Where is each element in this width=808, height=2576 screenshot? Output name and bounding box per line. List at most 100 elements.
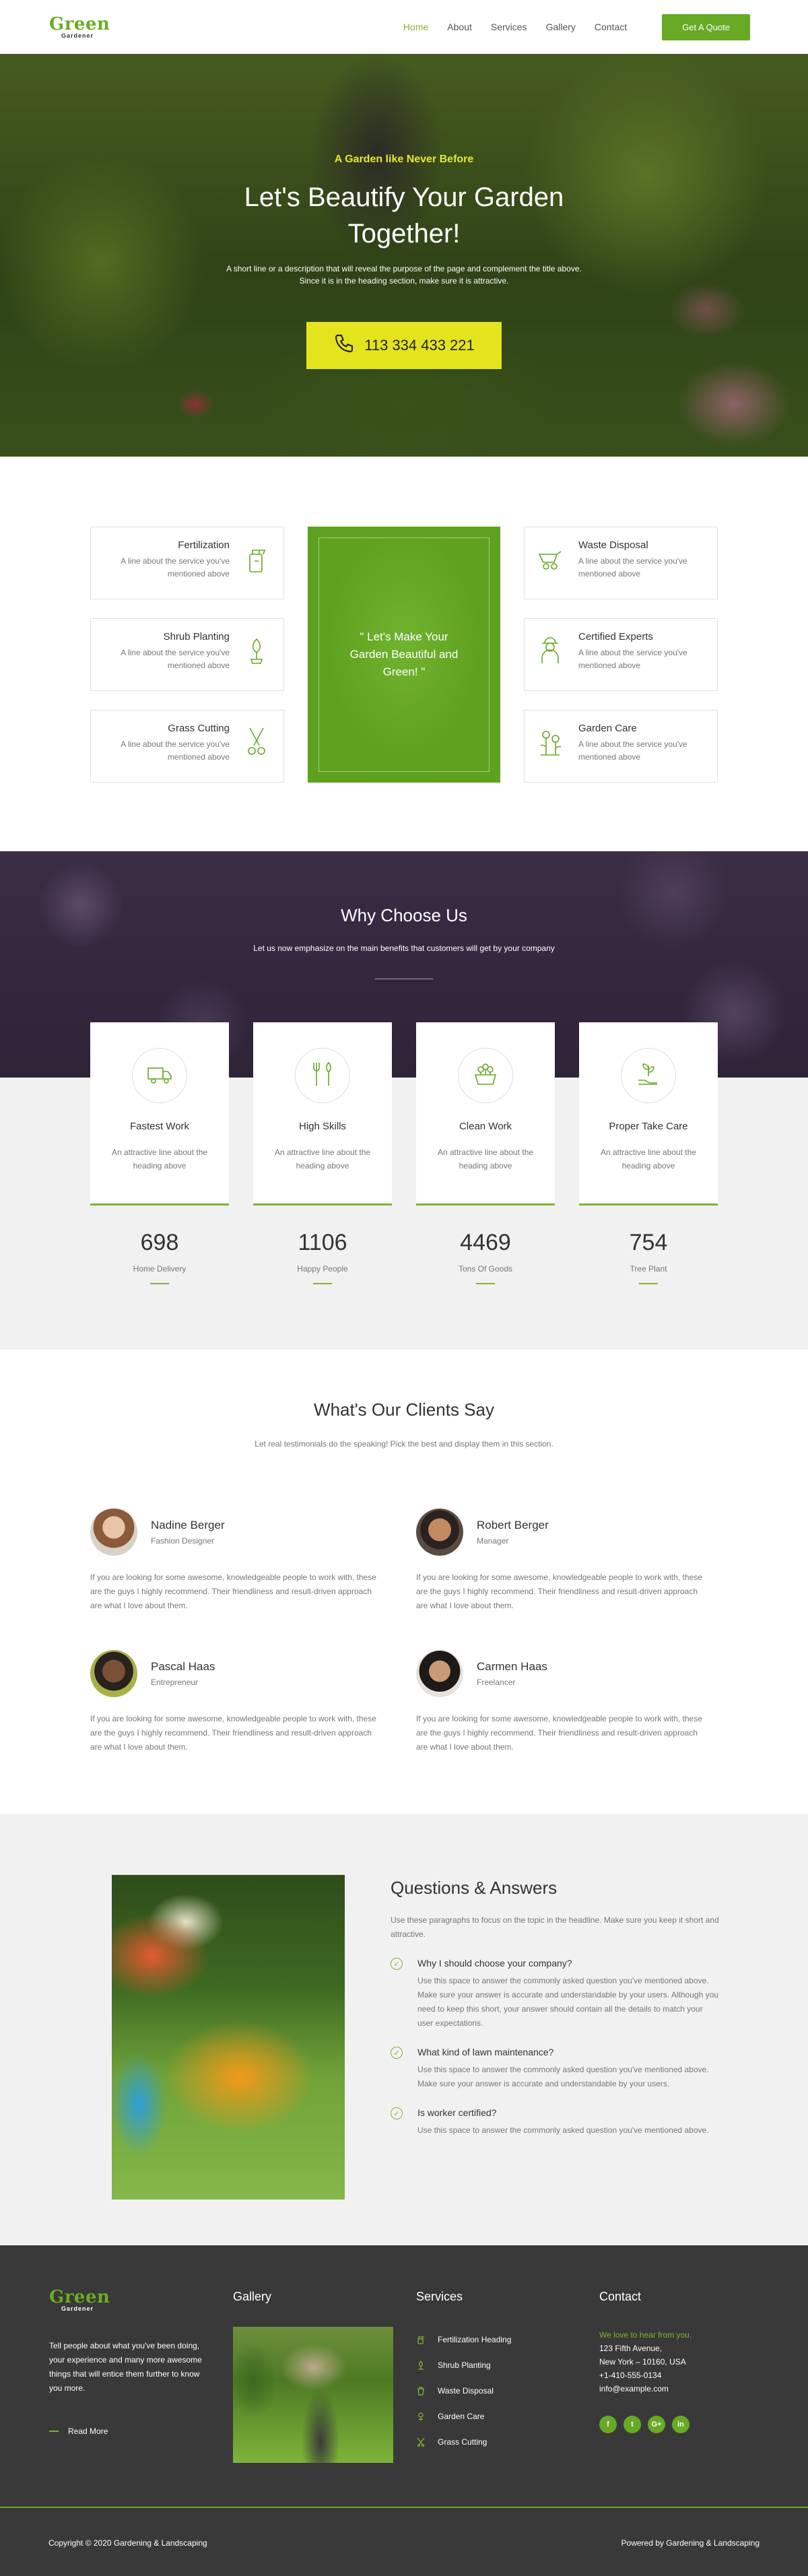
service-card-garden-care[interactable]: Garden Care A line about the service you…	[524, 710, 718, 783]
feature-card: Clean Work An attractive line about the …	[416, 1022, 555, 1206]
client-quote: If you are looking for some awesome, kno…	[90, 1714, 376, 1752]
client-quote: If you are looking for some awesome, kno…	[416, 1573, 702, 1610]
footer-service-label: Grass Cutting	[438, 2437, 487, 2447]
client-name: Robert Berger	[477, 1519, 549, 1531]
flowers-icon	[537, 725, 564, 758]
feature-desc: An attractive line about the heading abo…	[600, 1148, 697, 1170]
call-phone-button[interactable]: 113 334 433 221	[306, 322, 502, 369]
faq-item[interactable]: ✓ Why I should choose your company? Use …	[391, 1958, 720, 2030]
feature-title: Fastest Work	[129, 1121, 190, 1132]
footer-service-item[interactable]: Shrub Planting	[416, 2352, 511, 2378]
twitter-icon[interactable]: t	[624, 2416, 641, 2433]
linkedin-icon[interactable]: in	[672, 2416, 689, 2433]
nav-home[interactable]: Home	[403, 22, 428, 32]
stat-label: Tree Plant	[630, 1264, 667, 1274]
service-title: Waste Disposal	[578, 539, 648, 551]
logo-subtitle: Gardener	[61, 2305, 94, 2312]
footer-services-title: Services	[416, 2290, 463, 2303]
hero-description: A short line or a description that will …	[189, 263, 619, 287]
client-quote: If you are looking for some awesome, kno…	[416, 1714, 702, 1752]
google-plus-icon[interactable]: G+	[648, 2416, 665, 2433]
footer-service-label: Fertilization Heading	[438, 2335, 512, 2344]
check-icon: ✓	[391, 2047, 403, 2059]
footer-service-item[interactable]: Waste Disposal	[416, 2378, 511, 2404]
why-subtitle: Let us now emphasize on the main benefit…	[253, 944, 555, 953]
spray-bottle-icon	[243, 542, 270, 574]
stat-label: Home Delivery	[133, 1264, 187, 1274]
service-title: Fertilization	[178, 539, 230, 551]
read-more-label: Read More	[68, 2426, 108, 2436]
nav-gallery[interactable]: Gallery	[546, 22, 576, 32]
feature-card: Proper Take Care An attractive line abou…	[579, 1022, 718, 1206]
shears-icon	[243, 725, 270, 758]
footer-service-item[interactable]: Garden Care	[416, 2404, 511, 2429]
feature-card: High Skills An attractive line about the…	[253, 1022, 392, 1206]
check-icon: ✓	[391, 1958, 403, 1970]
contact-phone[interactable]: +1-410-555-0134	[599, 2369, 692, 2382]
stat-counter: 754 Tree Plant	[579, 1230, 718, 1284]
avatar	[416, 1650, 463, 1697]
footer-service-label: Garden Care	[438, 2412, 485, 2421]
site-header: Green Gardener Home About Services Galle…	[0, 0, 808, 54]
service-card-shrub-planting[interactable]: Shrub Planting A line about the service …	[90, 618, 284, 691]
service-card-waste-disposal[interactable]: Waste Disposal A line about the service …	[524, 527, 718, 599]
avatar	[416, 1509, 463, 1556]
footer-bottom-bar: Copyright © 2020 Gardening & Landscaping…	[0, 2510, 808, 2576]
service-card-grass-cutting[interactable]: Grass Cutting A line about the service y…	[90, 710, 284, 783]
contact-address: 123 Fifth Avenue,	[599, 2344, 663, 2353]
service-card-certified-experts[interactable]: Certified Experts A line about the servi…	[524, 618, 718, 691]
faq-intro: Use these paragraphs to focus on the top…	[391, 1915, 719, 1939]
faq-question: Why I should choose your company?	[417, 1958, 572, 1969]
avatar	[90, 1509, 137, 1556]
client-role: Fashion Designer	[151, 1536, 215, 1546]
service-title: Grass Cutting	[168, 723, 230, 734]
service-title: Certified Experts	[578, 631, 653, 642]
nav-about[interactable]: About	[447, 22, 472, 32]
faq-answer: Use this space to answer the commonly as…	[417, 1976, 718, 2028]
client-role: Entrepreneur	[151, 1678, 199, 1687]
testimonial: Carmen Haas Freelancer If you are lookin…	[416, 1650, 710, 1754]
client-quote: If you are looking for some awesome, kno…	[90, 1573, 376, 1610]
planter-icon	[471, 1060, 500, 1092]
footer-services: Services Fertilization Heading Shrub Pla…	[416, 2290, 511, 2455]
logo-subtitle: Gardener	[61, 32, 94, 39]
social-links: f t G+ in	[599, 2416, 692, 2433]
logo[interactable]: Green Gardener	[49, 15, 110, 39]
hero-description-line: Since it is in the heading section, make…	[299, 276, 509, 286]
faq-item[interactable]: ✓ Is worker certified? Use this space to…	[391, 2107, 720, 2138]
service-card-fertilization[interactable]: Fertilization A line about the service y…	[90, 527, 284, 599]
nav-contact[interactable]: Contact	[595, 22, 627, 32]
nav-services[interactable]: Services	[491, 22, 527, 32]
footer-service-item[interactable]: Fertilization Heading	[416, 2327, 511, 2352]
client-role: Manager	[477, 1536, 509, 1546]
truck-icon	[145, 1060, 174, 1092]
footer-logo[interactable]: Green Gardener	[49, 2288, 204, 2312]
footer-service-label: Shrub Planting	[438, 2360, 491, 2370]
dash-icon	[49, 2431, 59, 2432]
footer-gallery: Gallery	[233, 2290, 393, 2463]
faq-answer: Use this space to answer the commonly as…	[417, 2125, 709, 2135]
faq-item[interactable]: ✓ What kind of lawn maintenance? Use thi…	[391, 2047, 720, 2091]
footer-about: Green Gardener Tell people about what yo…	[49, 2288, 204, 2436]
feature-title: Proper Take Care	[609, 1121, 688, 1132]
testimonials-subtitle: Let real testimonials do the speaking! P…	[255, 1439, 553, 1449]
service-desc: A line about the service you've mentione…	[578, 648, 687, 670]
service-desc: A line about the service you've mentione…	[578, 556, 687, 579]
testimonial: Pascal Haas Entrepreneur If you are look…	[90, 1650, 384, 1754]
footer-service-label: Waste Disposal	[438, 2386, 494, 2396]
facebook-icon[interactable]: f	[599, 2416, 617, 2433]
get-quote-button[interactable]: Get A Quote	[662, 13, 750, 40]
footer-about-text: Tell people about what you've been doing…	[49, 2341, 202, 2393]
gallery-image[interactable]	[233, 2327, 393, 2463]
logo-title: Green	[49, 13, 110, 34]
testimonial: Nadine Berger Fashion Designer If you ar…	[90, 1509, 384, 1613]
services-section: Fertilization A line about the service y…	[0, 457, 808, 851]
read-more-link[interactable]: Read More	[49, 2426, 204, 2436]
faq-section: Questions & Answers Use these paragraphs…	[0, 1814, 808, 2245]
contact-email[interactable]: info@example.com	[599, 2382, 692, 2396]
feature-title: High Skills	[298, 1121, 347, 1132]
stat-underline	[639, 1283, 658, 1284]
footer-service-item[interactable]: Grass Cutting	[416, 2429, 511, 2455]
avatar	[90, 1650, 137, 1697]
client-role: Freelancer	[477, 1678, 516, 1687]
